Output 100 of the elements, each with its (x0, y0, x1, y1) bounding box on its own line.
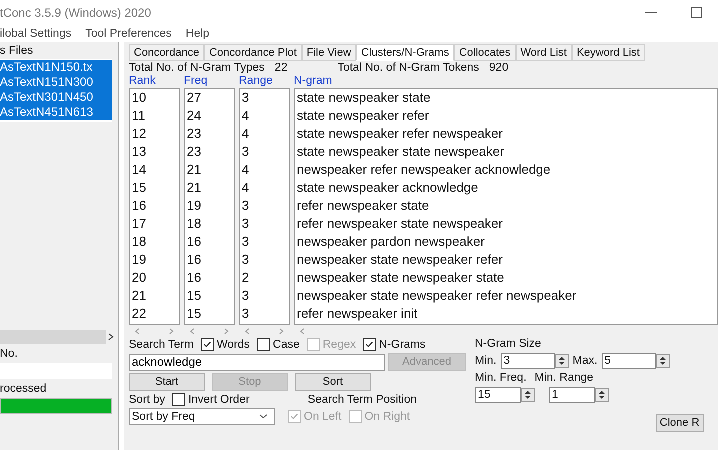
table-cell-text: newspeaker state newspeaker refer newspeaker (296, 287, 578, 305)
chevron-down-icon (259, 414, 268, 419)
menu-item[interactable]: Tool Preferences (86, 28, 172, 40)
file-item[interactable]: AsTextN451N613 (0, 105, 112, 120)
column-header[interactable]: N-gram (294, 74, 718, 88)
column-header[interactable]: Freq (184, 74, 235, 88)
table-cell-text: 24 (186, 107, 202, 125)
table-cell-text: 16 (186, 251, 202, 269)
option-label: Words (216, 338, 250, 350)
menu-item[interactable]: ilobal Settings (0, 28, 72, 40)
menu-item[interactable]: Help (186, 28, 210, 40)
tab[interactable]: Word List (516, 44, 572, 61)
max-label: Max. (572, 355, 598, 367)
search-field[interactable]: acknowledge (129, 354, 385, 370)
status-label: rocessed (0, 383, 48, 396)
table-cell-text: refer newspeaker state newspeaker (296, 215, 504, 233)
table-cell-text: 4 (241, 161, 250, 179)
tab[interactable]: Clusters/N-Grams (356, 44, 454, 61)
table-cell-text: 3 (241, 305, 250, 323)
scroll-left-icon[interactable] (135, 328, 140, 335)
option-label: Case (273, 338, 300, 350)
table-cell-text: newspeaker state newspeaker state (296, 269, 506, 287)
table-cell-text: 3 (241, 251, 250, 269)
table-cell-text: 15 (186, 287, 202, 305)
limit-field[interactable]: 15 (475, 387, 521, 403)
action-button[interactable]: Start (129, 373, 205, 391)
table-cell-text: state newspeaker state newspeaker (296, 143, 506, 161)
table-cell-text: 18 (186, 215, 202, 233)
table-cell-text: refer newspeaker init (296, 305, 419, 323)
min-size-field[interactable]: 3 (500, 353, 555, 369)
file-item[interactable]: AsTextN1N150.tx (0, 60, 112, 75)
column-header[interactable]: Rank (129, 74, 180, 88)
table-cell-text: 21 (131, 287, 148, 305)
position-label: Search Term Position (308, 394, 417, 406)
scroll-left-icon[interactable] (245, 328, 250, 335)
table-cell-text: newspeaker pardon newspeaker (296, 233, 486, 251)
table-cell-text: 3 (241, 89, 250, 107)
table-cell-text: 14 (131, 161, 148, 179)
checkbox[interactable] (257, 338, 270, 351)
table-cell-text: 21 (186, 161, 202, 179)
limit-label: Min. Range (534, 372, 594, 384)
table-cell-text: 27 (186, 89, 202, 107)
table-cell-text: 4 (241, 179, 250, 197)
table-cell-text: state newspeaker state (296, 89, 432, 107)
table-cell-text: 3 (241, 143, 250, 161)
table-cell-text: 16 (131, 197, 148, 215)
maximize-icon[interactable] (691, 7, 702, 18)
sort-dropdown[interactable]: Sort by Freq (129, 408, 275, 425)
tab[interactable]: File View (302, 44, 356, 61)
search-term-label: Search Term (129, 338, 194, 350)
file-item[interactable]: AsTextN301N450 (0, 90, 112, 105)
checkmark-icon (365, 340, 374, 349)
total-value: 22 (274, 62, 288, 74)
table-cell-text: 23 (186, 143, 202, 161)
action-button[interactable]: Sort (295, 373, 371, 391)
table-cell-text: 19 (186, 197, 202, 215)
limit-label: Min. Freq. (475, 372, 527, 384)
tab[interactable]: Collocates (454, 44, 516, 61)
table-cell-text: refer newspeaker state (296, 197, 430, 215)
table-cell-text: 18 (131, 233, 148, 251)
scroll-left-icon[interactable] (300, 328, 305, 335)
scroll-right-icon[interactable] (224, 328, 229, 335)
tab[interactable]: Concordance Plot (204, 44, 302, 61)
tab[interactable]: Keyword List (572, 44, 645, 61)
checkmark-icon (290, 412, 299, 421)
checkbox[interactable] (363, 338, 376, 351)
chevron-right-icon[interactable] (108, 333, 114, 341)
tab[interactable]: Concordance (129, 44, 204, 61)
column-header[interactable]: Range (239, 74, 290, 88)
table-cell-text: 15 (186, 305, 202, 323)
table-cell-text: 4 (241, 125, 250, 143)
option-label: On Left (304, 410, 342, 422)
file-item[interactable]: AsTextN151N300 (0, 75, 112, 90)
table-cell-text: state newspeaker refer newspeaker (296, 125, 504, 143)
minimize-icon[interactable] (645, 12, 657, 14)
table-cell-text: state newspeaker refer (296, 107, 430, 125)
checkbox[interactable] (200, 338, 214, 351)
panel-title: s Files (0, 45, 34, 59)
table-cell-text: state newspeaker acknowledge (296, 179, 480, 197)
limit-field[interactable]: 1 (549, 387, 595, 403)
spinner-icon[interactable] (554, 354, 569, 368)
table-cell-text: 21 (186, 179, 202, 197)
checkbox[interactable] (172, 393, 186, 406)
max-size-field[interactable]: 5 (602, 353, 656, 369)
scroll-left-icon[interactable] (190, 328, 195, 335)
checkmark-icon (202, 340, 212, 349)
table-cell-text: 20 (131, 269, 148, 287)
clone-button[interactable]: Clone R (656, 414, 704, 432)
table-cell-text: 3 (241, 197, 250, 215)
table-cell-text: newspeaker state newspeaker refer (296, 251, 504, 269)
spinner-icon[interactable] (521, 388, 535, 402)
table-cell-text: 3 (241, 233, 250, 251)
table-cell-text: 4 (241, 107, 250, 125)
option-label: Regex (322, 338, 356, 350)
scroll-right-icon[interactable] (169, 328, 174, 335)
scroll-right-icon[interactable] (279, 328, 284, 335)
total-label: Total No. of N-Gram Types (129, 62, 265, 74)
spinner-icon[interactable] (656, 354, 670, 368)
table-cell-text: 3 (241, 287, 250, 305)
spinner-icon[interactable] (595, 388, 609, 402)
